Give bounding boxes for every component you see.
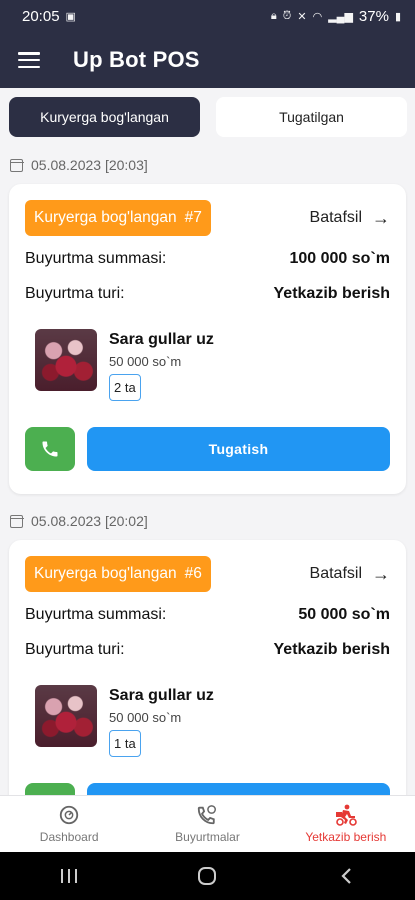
system-navigation-bar — [0, 852, 415, 900]
type-label: Buyurtma turi: — [25, 285, 125, 302]
orders-icon — [198, 805, 217, 825]
nav-dashboard[interactable]: Dashboard — [0, 796, 138, 852]
order-date-row: 05.08.2023 [20:03] — [9, 157, 148, 173]
type-value: Yetkazib berish — [273, 285, 391, 302]
sum-value: 50 000 so`m — [298, 606, 390, 623]
status-label: Kuryerga bog'langan — [34, 209, 177, 226]
call-button[interactable] — [25, 427, 75, 471]
details-link[interactable]: Batafsil → — [310, 564, 390, 585]
calendar-icon — [9, 158, 24, 172]
product-name: Sara gullar uz — [109, 687, 214, 704]
order-type-row: Buyurtma turi: Yetkazib berish — [25, 641, 390, 659]
order-date: 05.08.2023 [20:02] — [31, 513, 148, 529]
order-number: #6 — [184, 565, 202, 582]
nav-yetkazib-berish[interactable]: Yetkazib berish — [277, 796, 415, 852]
order-sum-row: Buyurtma summasi: 100 000 so`m — [25, 250, 390, 268]
product-image — [35, 685, 97, 747]
order-card: Kuryerga bog'langan #7 Batafsil → Buyurt… — [9, 184, 406, 494]
details-link[interactable]: Batafsil → — [310, 208, 390, 229]
battery-level: 37% — [358, 7, 389, 25]
sum-label: Buyurtma summasi: — [25, 606, 167, 623]
order-date-row: 05.08.2023 [20:02] — [9, 513, 148, 529]
tab-kuryerga-boglangan[interactable]: Kuryerga bog'langan — [9, 97, 200, 137]
status-badge: Kuryerga bog'langan #7 — [25, 200, 211, 236]
tab-tugatilgan[interactable]: Tugatilgan — [216, 97, 407, 137]
status-label: Kuryerga bog'langan — [34, 565, 177, 582]
type-label: Buyurtma turi: — [25, 641, 125, 658]
product-item: Sara gullar uz 50 000 so`m 2 ta — [35, 329, 214, 401]
dashboard-icon — [59, 805, 79, 825]
order-tabs: Kuryerga bog'langan Tugatilgan — [9, 97, 407, 139]
back-icon — [341, 868, 351, 884]
order-sum-row: Buyurtma summasi: 50 000 so`m — [25, 606, 390, 624]
nav-yetkazib-berish-label: Yetkazib berish — [305, 830, 387, 844]
finish-button[interactable]: Tugatish — [87, 427, 390, 471]
back-button[interactable] — [316, 867, 376, 885]
product-quantity: 1 ta — [109, 730, 141, 757]
product-price: 50 000 so`m — [109, 354, 182, 369]
order-number: #7 — [184, 209, 202, 226]
delivery-icon — [335, 804, 357, 826]
nav-dashboard-label: Dashboard — [39, 830, 99, 844]
alarm-icon: ⏰︎ — [282, 9, 292, 22]
product-quantity: 2 ta — [109, 374, 141, 401]
lock-icon: 🔒︎ — [270, 9, 277, 22]
product-name: Sara gullar uz — [109, 331, 214, 348]
app-title: Up Bot POS — [73, 47, 200, 72]
sum-label: Buyurtma summasi: — [25, 250, 167, 267]
status-time: 20:05 — [22, 7, 60, 25]
product-item: Sara gullar uz 50 000 so`m 1 ta — [35, 685, 214, 757]
type-value: Yetkazib berish — [273, 641, 391, 658]
details-label: Batafsil — [309, 565, 362, 582]
home-button[interactable] — [177, 866, 237, 886]
order-actions: Tugatish — [25, 427, 390, 471]
status-bar: 20:05 ▣ 🔒︎ ⏰︎ ✕ ◠ ▂▄▆ 37% ▮ — [0, 0, 415, 32]
wifi-icon: ◠ — [312, 10, 323, 23]
details-label: Batafsil — [309, 209, 362, 226]
battery-icon: ▮ — [394, 10, 401, 23]
bottom-navigation: Dashboard Buyurtmalar Yetkazib berish — [0, 795, 415, 852]
arrow-right-icon: → — [372, 207, 390, 228]
menu-icon[interactable] — [18, 52, 40, 68]
photo-notification-icon: ▣ — [65, 10, 76, 23]
calendar-icon — [9, 514, 24, 528]
order-date: 05.08.2023 [20:03] — [31, 157, 148, 173]
nav-buyurtmalar[interactable]: Buyurtmalar — [138, 796, 276, 852]
phone-icon — [42, 441, 58, 457]
recent-apps-icon — [61, 869, 78, 883]
app-bar: Up Bot POS — [0, 32, 415, 88]
mute-icon: ✕ — [297, 10, 307, 23]
product-image — [35, 329, 97, 391]
arrow-right-icon: → — [372, 563, 390, 584]
home-icon — [198, 867, 217, 885]
product-price: 50 000 so`m — [109, 710, 182, 725]
nav-buyurtmalar-label: Buyurtmalar — [175, 830, 240, 844]
signal-icon: ▂▄▆ — [328, 10, 353, 23]
status-badge: Kuryerga bog'langan #6 — [25, 556, 211, 592]
recent-apps-button[interactable] — [39, 868, 99, 884]
order-type-row: Buyurtma turi: Yetkazib berish — [25, 285, 390, 303]
sum-value: 100 000 so`m — [289, 250, 390, 267]
